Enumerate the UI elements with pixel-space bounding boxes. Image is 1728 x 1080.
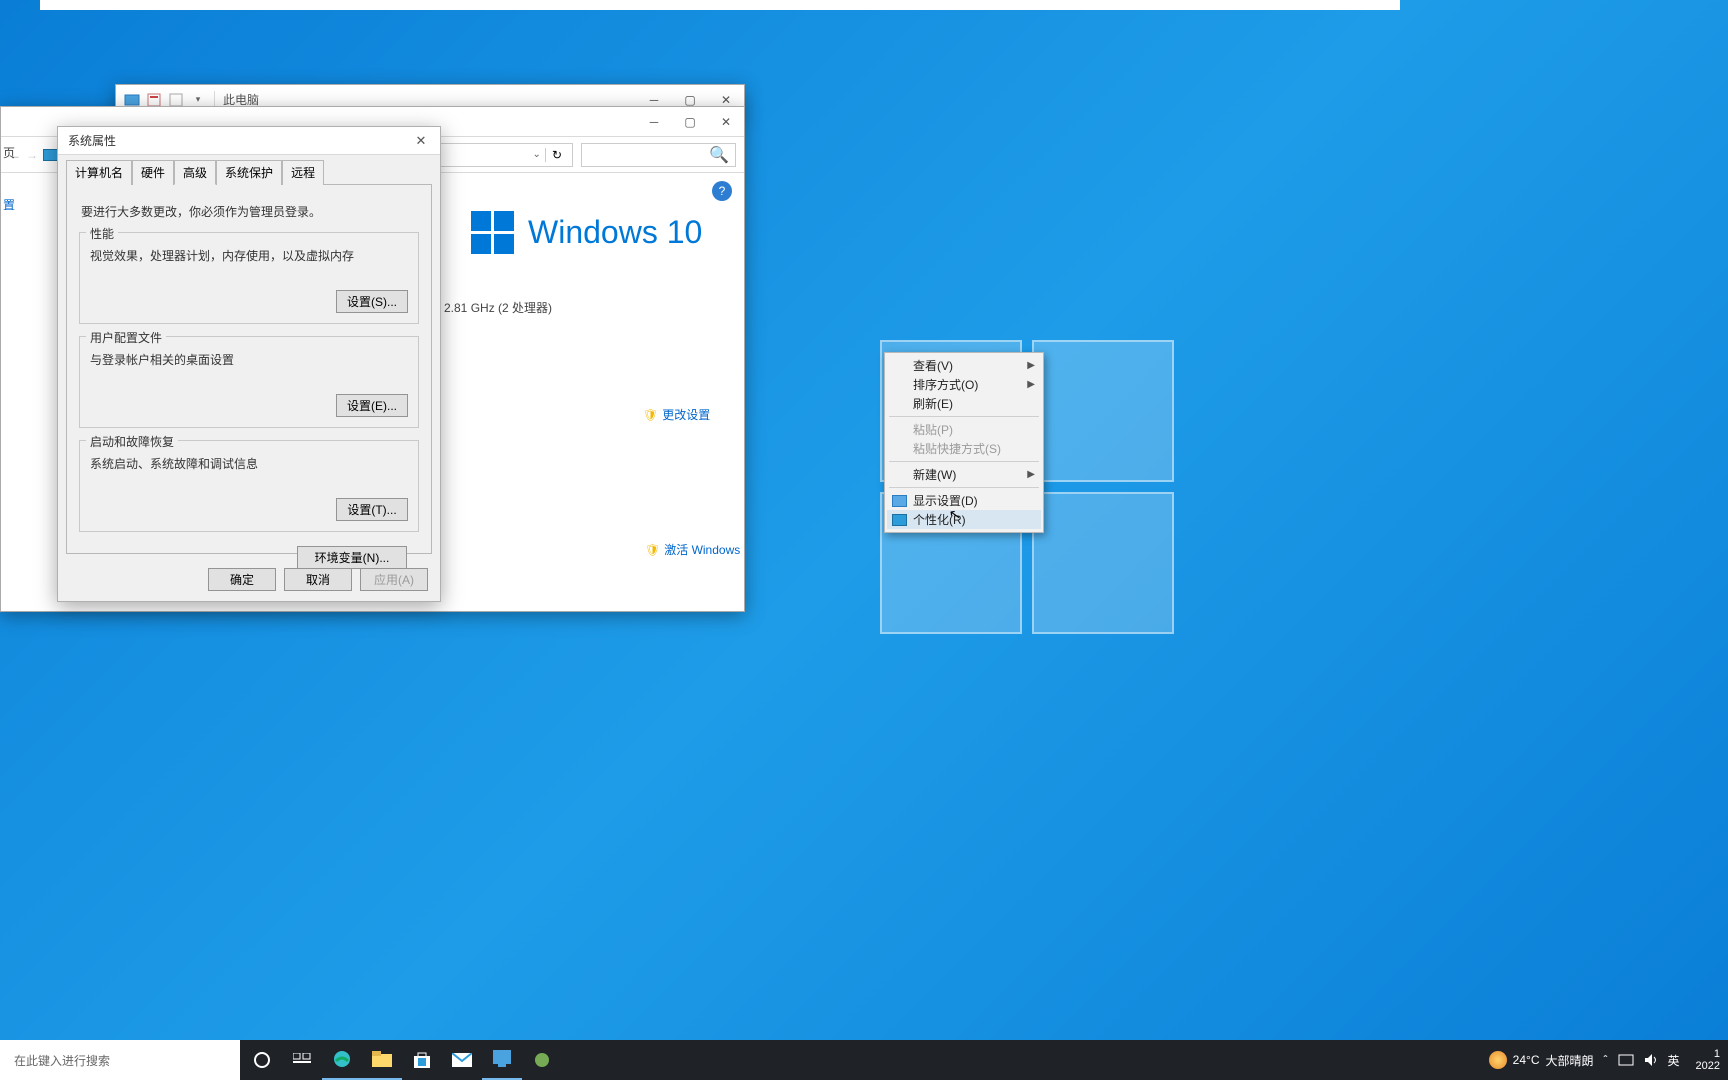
performance-settings-button[interactable]: 设置(S)... bbox=[336, 290, 408, 313]
change-settings-link[interactable]: 🛡 更改设置 bbox=[643, 406, 710, 423]
tray-network-icon[interactable] bbox=[1618, 1053, 1634, 1067]
taskbar-app-generic[interactable] bbox=[522, 1040, 562, 1080]
user-profile-group: 用户配置文件 与登录帐户相关的桌面设置 设置(E)... bbox=[79, 336, 419, 428]
help-icon[interactable]: ? bbox=[712, 181, 732, 201]
sysprop-tabs: 计算机名 硬件 高级 系统保护 远程 bbox=[58, 155, 440, 184]
environment-variables-button[interactable]: 环境变量(N)... bbox=[297, 546, 407, 569]
startup-legend: 启动和故障恢复 bbox=[86, 433, 178, 450]
weather-icon bbox=[1489, 1051, 1507, 1069]
startup-settings-button[interactable]: 设置(T)... bbox=[336, 498, 408, 521]
ctx-separator bbox=[889, 416, 1039, 417]
tray-overflow-icon[interactable]: ˆ bbox=[1604, 1053, 1608, 1067]
ctx-paste: 粘贴(P) bbox=[887, 420, 1041, 439]
performance-desc: 视觉效果，处理器计划，内存使用，以及虚拟内存 bbox=[90, 247, 408, 264]
task-view-button[interactable] bbox=[282, 1040, 322, 1080]
ctx-separator bbox=[889, 487, 1039, 488]
admin-note: 要进行大多数更改，你必须作为管理员登录。 bbox=[81, 203, 419, 220]
taskbar-search[interactable]: 在此键入进行搜索 bbox=[0, 1040, 240, 1080]
taskbar-app-settings[interactable] bbox=[482, 1040, 522, 1080]
user-profile-desc: 与登录帐户相关的桌面设置 bbox=[90, 351, 408, 368]
weather-temp: 24°C bbox=[1513, 1053, 1540, 1067]
sysprop-title: 系统属性 bbox=[68, 132, 116, 149]
chevron-right-icon: ▶ bbox=[1027, 360, 1035, 371]
control-panel-search[interactable]: 🔍 bbox=[581, 143, 736, 167]
user-profile-settings-button[interactable]: 设置(E)... bbox=[336, 394, 408, 417]
startup-desc: 系统启动、系统故障和调试信息 bbox=[90, 455, 408, 472]
weather-widget[interactable]: 24°C 大部晴朗 bbox=[1489, 1051, 1594, 1069]
ctx-display-settings[interactable]: 显示设置(D) bbox=[887, 491, 1041, 510]
cpu-info: 2.81 GHz (2 处理器) bbox=[444, 299, 552, 316]
ctx-separator bbox=[889, 461, 1039, 462]
shield-icon: 🛡 bbox=[643, 408, 658, 422]
windows-10-brand: Windows 10 bbox=[471, 211, 702, 254]
system-tray: 24°C 大部晴朗 ˆ 英 1 2022 bbox=[1489, 1048, 1728, 1072]
tray-time: 1 bbox=[1696, 1048, 1720, 1060]
windows-logo-icon bbox=[471, 211, 514, 254]
system-properties-dialog[interactable]: 系统属性 ✕ 计算机名 硬件 高级 系统保护 远程 要进行大多数更改，你必须作为… bbox=[57, 126, 441, 602]
user-profile-legend: 用户配置文件 bbox=[86, 329, 166, 346]
taskbar-app-store[interactable] bbox=[402, 1040, 442, 1080]
search-icon: 🔍 bbox=[709, 145, 729, 165]
tab-remote[interactable]: 远程 bbox=[282, 160, 324, 185]
ctx-refresh[interactable]: 刷新(E) bbox=[887, 394, 1041, 413]
about-close-button[interactable]: ✕ bbox=[708, 107, 744, 137]
search-placeholder: 在此键入进行搜索 bbox=[14, 1052, 110, 1069]
startup-recovery-group: 启动和故障恢复 系统启动、系统故障和调试信息 设置(T)... bbox=[79, 440, 419, 532]
apply-button[interactable]: 应用(A) bbox=[360, 568, 428, 591]
display-settings-icon bbox=[892, 495, 907, 507]
windows-10-text: Windows 10 bbox=[528, 214, 702, 251]
personalize-icon bbox=[892, 514, 907, 526]
weather-desc: 大部晴朗 bbox=[1545, 1052, 1593, 1069]
ctx-new[interactable]: 新建(W)▶ bbox=[887, 465, 1041, 484]
taskbar-app-explorer[interactable] bbox=[362, 1040, 402, 1080]
taskbar[interactable]: 在此键入进行搜索 24°C 大部晴朗 ˆ 英 1 2022 bbox=[0, 1040, 1728, 1080]
top-white-strip bbox=[40, 0, 1400, 10]
sidebar-fragment-2: 置 bbox=[3, 196, 15, 213]
shield-icon: 🛡 bbox=[645, 543, 660, 557]
about-minimize-button[interactable]: ─ bbox=[636, 107, 672, 137]
tab-hardware[interactable]: 硬件 bbox=[132, 160, 174, 185]
refresh-icon[interactable]: ↻ bbox=[545, 148, 568, 162]
activate-windows-link[interactable]: 🛡 激活 Windows bbox=[645, 541, 740, 558]
tray-clock[interactable]: 1 2022 bbox=[1690, 1048, 1726, 1072]
about-maximize-button[interactable]: ▢ bbox=[672, 107, 708, 137]
tab-advanced[interactable]: 高级 bbox=[174, 160, 216, 185]
taskbar-app-mail[interactable] bbox=[442, 1040, 482, 1080]
ctx-paste-shortcut: 粘贴快捷方式(S) bbox=[887, 439, 1041, 458]
performance-group: 性能 视觉效果，处理器计划，内存使用，以及虚拟内存 设置(S)... bbox=[79, 232, 419, 324]
address-dropdown-icon[interactable]: ⌄ bbox=[529, 149, 545, 160]
tray-volume-icon[interactable] bbox=[1644, 1053, 1658, 1067]
desktop-context-menu[interactable]: 查看(V)▶ 排序方式(O)▶ 刷新(E) 粘贴(P) 粘贴快捷方式(S) 新建… bbox=[884, 352, 1044, 533]
start-button[interactable] bbox=[242, 1040, 282, 1080]
ctx-sort[interactable]: 排序方式(O)▶ bbox=[887, 375, 1041, 394]
tab-system-protection[interactable]: 系统保护 bbox=[216, 160, 282, 185]
performance-legend: 性能 bbox=[86, 225, 118, 242]
sidebar-fragment-1: 页 bbox=[3, 144, 15, 161]
chevron-right-icon: ▶ bbox=[1027, 469, 1035, 480]
taskbar-app-edge[interactable] bbox=[322, 1040, 362, 1080]
tab-computer-name[interactable]: 计算机名 bbox=[66, 160, 132, 185]
chevron-right-icon: ▶ bbox=[1027, 379, 1035, 390]
sysprop-close-button[interactable]: ✕ bbox=[408, 133, 434, 149]
ctx-view[interactable]: 查看(V)▶ bbox=[887, 356, 1041, 375]
tray-date: 2022 bbox=[1696, 1060, 1720, 1072]
ctx-personalize[interactable]: 个性化(R) bbox=[887, 510, 1041, 529]
ok-button[interactable]: 确定 bbox=[208, 568, 276, 591]
cancel-button[interactable]: 取消 bbox=[284, 568, 352, 591]
tray-ime[interactable]: 英 bbox=[1668, 1052, 1680, 1069]
